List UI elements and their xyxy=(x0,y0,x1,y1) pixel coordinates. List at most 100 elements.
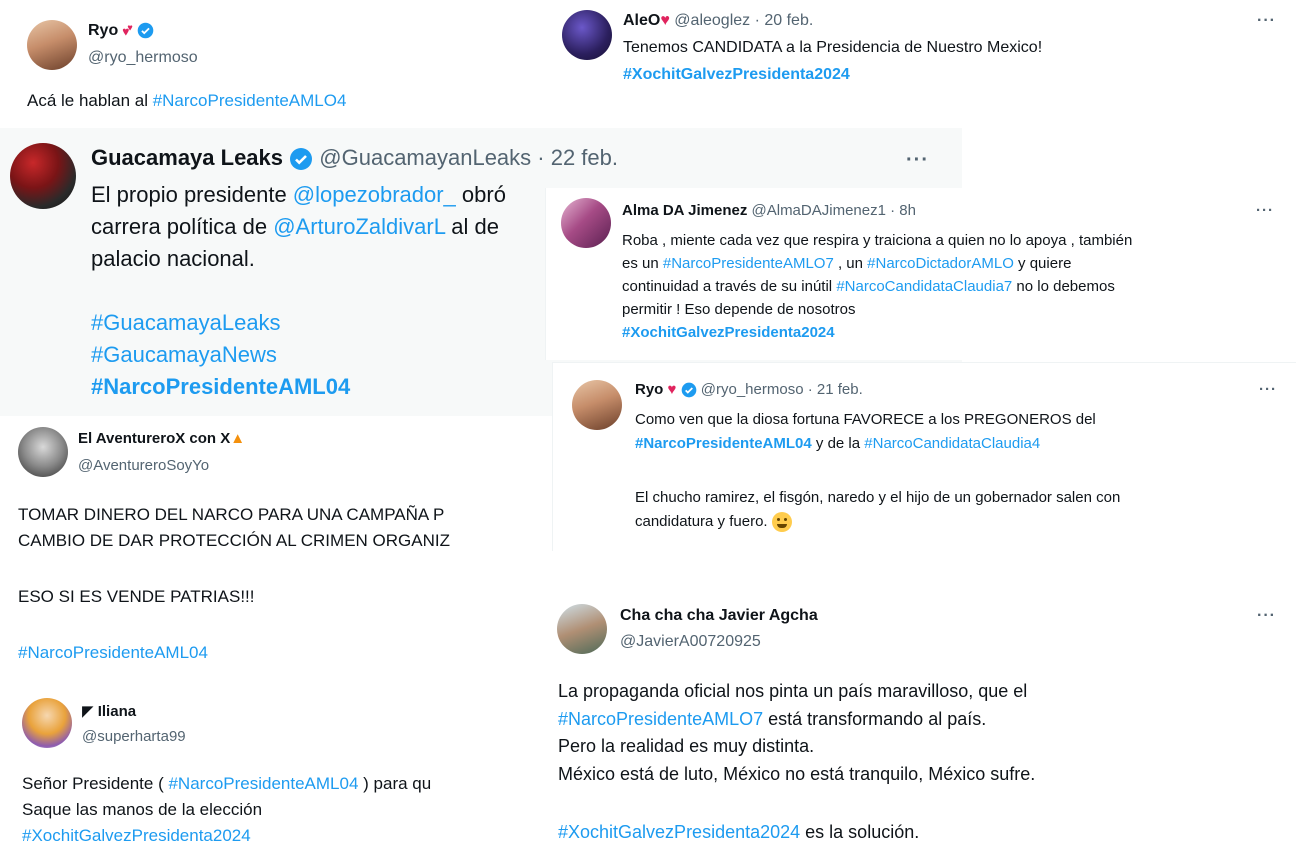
text-segment: y quiere xyxy=(1013,255,1072,272)
hashtag-link[interactable]: #GaucamayaNews xyxy=(91,339,506,371)
author-name[interactable]: Alma DA Jimenez xyxy=(622,202,747,219)
avatar[interactable] xyxy=(572,380,622,430)
author-handle[interactable]: @ryo_hermoso xyxy=(88,49,198,67)
text-segment: es un xyxy=(622,255,663,272)
tweet-text-line: palacio nacional. xyxy=(91,246,255,271)
text-segment: candidatura y fuero. xyxy=(635,513,772,530)
heart-icon: ♥ xyxy=(660,12,670,29)
tweet-text-line: #NarcoPresidenteAMLO7 está transformando… xyxy=(558,706,1035,734)
avatar[interactable] xyxy=(562,10,612,60)
tweet-aleo[interactable]: AleO♥ @aleoglez · 20 feb. ··· Tenemos CA… xyxy=(553,0,1296,130)
tweet-text-line: La propaganda oficial nos pinta un país … xyxy=(558,681,1028,701)
avatar[interactable] xyxy=(557,604,607,654)
author-meta[interactable]: @AlmaDAJimenez1 · 8h xyxy=(752,202,916,219)
verified-badge-icon xyxy=(681,382,696,398)
hashtag-link[interactable]: #XochitGalvezPresidenta2024 xyxy=(623,66,850,84)
tweet-text-line: Pero la realidad es muy distinta. xyxy=(558,736,815,756)
hashtag-link[interactable]: #GuacamayaLeaks xyxy=(91,307,506,339)
author-handle[interactable]: @superharta99 xyxy=(82,728,186,745)
tweet-text-line: continuidad a través de su inútil #Narco… xyxy=(622,275,1132,298)
author-handle[interactable]: @JavierA00720925 xyxy=(620,633,761,651)
author-name[interactable]: Guacamaya Leaks xyxy=(91,145,283,170)
text-segment: obró xyxy=(455,182,506,207)
tweet-text-line: Como ven que la diosa fortuna FAVORECE a… xyxy=(635,411,1096,428)
text-segment: carrera política de xyxy=(91,214,274,239)
author-meta[interactable]: @ryo_hermoso · 21 feb. xyxy=(701,381,863,398)
tweet-javier-agcha[interactable]: Cha cha cha Javier Agcha @JavierA0072092… xyxy=(545,590,1296,863)
avatar[interactable] xyxy=(22,698,72,748)
tweet-text-line: candidatura y fuero. xyxy=(635,510,1120,534)
hashtag-link[interactable]: #NarcoPresidenteAMLO7 xyxy=(558,709,763,729)
hashtag-link[interactable]: #XochitGalvezPresidenta2024 xyxy=(622,321,1132,344)
tweet-text-line: CAMBIO DE DAR PROTECCIÓN AL CRIMEN ORGAN… xyxy=(18,531,450,550)
hashtag-link[interactable]: #NarcoPresidenteAML04 xyxy=(635,435,812,452)
verified-badge-icon xyxy=(137,22,154,39)
hashtag-link[interactable]: #NarcoDictadorAMLO xyxy=(867,255,1014,272)
tweet-text-line: TOMAR DINERO DEL NARCO PARA UNA CAMPAÑA … xyxy=(18,505,445,524)
text-segment: no lo debemos xyxy=(1012,278,1115,295)
hashtag-link[interactable]: #XochitGalvezPresidenta2024 xyxy=(558,822,800,842)
avatar[interactable] xyxy=(18,427,68,477)
hashtag-link[interactable]: #NarcoPresidenteAMLO7 xyxy=(663,255,834,272)
tweet-text-line: ESO SI ES VENDE PATRIAS!!! xyxy=(18,587,255,606)
hashtag-link[interactable]: #NarcoPresidenteAML04 xyxy=(18,640,450,666)
tweet-aventurerox[interactable]: El AventureroX con X▲ @AventureroSoyYo T… xyxy=(0,416,550,686)
text-segment: Señor Presidente ( xyxy=(22,774,169,793)
tweet-text-line: Saque las manos de la elección xyxy=(22,800,263,819)
more-options-icon[interactable]: ··· xyxy=(1257,607,1276,625)
tweet-text-line: El propio presidente @lopezobrador_ obró xyxy=(91,179,506,211)
hashtag-link[interactable]: #NarcoCandidataClaudia4 xyxy=(864,435,1040,452)
tweet-text-line: #NarcoPresidenteAML04 y de la #NarcoCand… xyxy=(635,432,1120,456)
author-name[interactable]: Iliana xyxy=(98,703,136,720)
tweet-text-line: es un #NarcoPresidenteAMLO7 , un #NarcoD… xyxy=(622,252,1132,275)
tweet-text: Tenemos CANDIDATA a la Presidencia de Nu… xyxy=(623,39,1043,56)
hearts-icon: ♥ xyxy=(667,381,677,398)
zany-face-emoji-icon xyxy=(771,512,792,533)
more-options-icon[interactable]: ··· xyxy=(906,149,929,172)
author-name[interactable]: Ryo xyxy=(635,381,663,398)
mention-link[interactable]: @lopezobrador_ xyxy=(293,182,456,207)
bird-icon: ◤ xyxy=(82,703,94,720)
hearts-icon: 💕︎ xyxy=(122,22,133,39)
text-segment: al de xyxy=(445,214,499,239)
author-name[interactable]: Cha cha cha Javier Agcha xyxy=(620,607,818,625)
more-options-icon[interactable]: ··· xyxy=(1257,12,1276,30)
tweet-text-line: #XochitGalvezPresidenta2024 es la soluci… xyxy=(558,819,1035,847)
tweet-text-line: México está de luto, México no está tran… xyxy=(558,763,1036,784)
hashtag-link[interactable]: #NarcoPresidenteAMLO4 xyxy=(153,91,347,110)
hashtag-link[interactable]: #NarcoCandidataClaudia7 xyxy=(836,278,1012,295)
text-segment: es la solución. xyxy=(800,821,920,842)
more-options-icon[interactable]: ··· xyxy=(1256,202,1274,219)
tweet-text-line: Roba , miente cada vez que respira y tra… xyxy=(622,232,1133,249)
hashtag-link[interactable]: #NarcoPresidenteAML04 xyxy=(168,774,358,793)
avatar[interactable] xyxy=(27,20,77,70)
tweet-text-line: carrera política de @ArturoZaldivarL al … xyxy=(91,211,506,243)
avatar[interactable] xyxy=(561,198,611,248)
author-meta[interactable]: @GuacamayanLeaks · 22 feb. xyxy=(319,145,618,170)
author-name[interactable]: AleO xyxy=(623,12,660,29)
fire-icon: ▲ xyxy=(230,430,246,447)
text-segment: y de la xyxy=(811,435,865,452)
mention-link[interactable]: @ArturoZaldivarL xyxy=(273,214,445,239)
verified-badge-icon xyxy=(290,148,313,171)
tweet-alma-da-jimenez[interactable]: Alma DA Jimenez @AlmaDAJimenez1 · 8h ···… xyxy=(545,188,1296,360)
tweet-ryo-middle[interactable]: Ryo ♥ @ryo_hermoso · 21 feb. ··· Como ve… xyxy=(552,362,1296,551)
author-handle[interactable]: @AventureroSoyYo xyxy=(78,457,209,474)
hashtag-link[interactable]: #NarcoPresidenteAML04 xyxy=(91,371,506,403)
author-name[interactable]: El AventureroX con X xyxy=(78,430,230,447)
more-options-icon[interactable]: ··· xyxy=(1259,381,1277,398)
author-meta[interactable]: @aleoglez · 20 feb. xyxy=(674,12,813,29)
text-segment: , un xyxy=(833,255,868,272)
text-segment: continuidad a través de su inútil xyxy=(622,278,837,295)
tweet-text: Acá le hablan al #NarcoPresidenteAMLO4 xyxy=(27,91,346,111)
text-segment: El propio presidente xyxy=(91,182,293,207)
tweet-iliana[interactable]: ◤ Iliana @superharta99 Señor Presidente … xyxy=(0,688,550,863)
text-segment: Acá le hablan al xyxy=(27,91,153,110)
avatar[interactable] xyxy=(10,143,76,209)
tweet-text-line: El chucho ramirez, el fisgón, naredo y e… xyxy=(635,489,1121,506)
text-segment: ) para qu xyxy=(358,774,432,793)
hashtag-link[interactable]: #XochitGalvezPresidenta2024 xyxy=(22,823,431,849)
text-segment: está transformando al país. xyxy=(763,708,987,729)
author-name[interactable]: Ryo xyxy=(88,22,118,39)
tweet-text-line: Señor Presidente ( #NarcoPresidenteAML04… xyxy=(22,771,431,797)
